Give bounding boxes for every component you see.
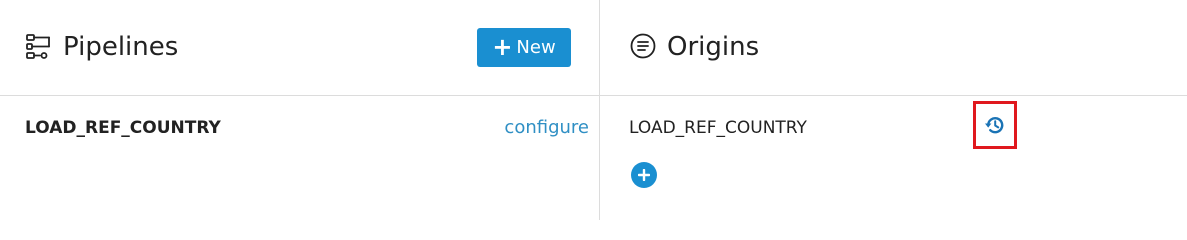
plus-circle-icon: [638, 169, 650, 181]
add-origin-button[interactable]: [631, 162, 657, 188]
column-divider: [599, 0, 600, 220]
pipelines-title: Pipelines: [63, 32, 179, 62]
pipeline-name[interactable]: LOAD_REF_COUNTRY: [25, 116, 221, 140]
page: Pipelines + New Origins LOAD_REF_COUNTRY…: [0, 0, 1187, 220]
origin-name: LOAD_REF_COUNTRY: [629, 118, 807, 138]
new-button-label: New: [516, 37, 556, 58]
configure-link[interactable]: configure: [504, 116, 589, 140]
origins-title: Origins: [667, 32, 760, 62]
list-circle-icon: [629, 32, 657, 60]
history-button[interactable]: [973, 101, 1017, 149]
new-pipeline-button[interactable]: + New: [477, 28, 571, 67]
pipeline-icon: [25, 32, 53, 60]
history-icon: [985, 117, 1004, 134]
plus-icon: +: [492, 32, 513, 61]
header-divider: [0, 95, 1187, 96]
